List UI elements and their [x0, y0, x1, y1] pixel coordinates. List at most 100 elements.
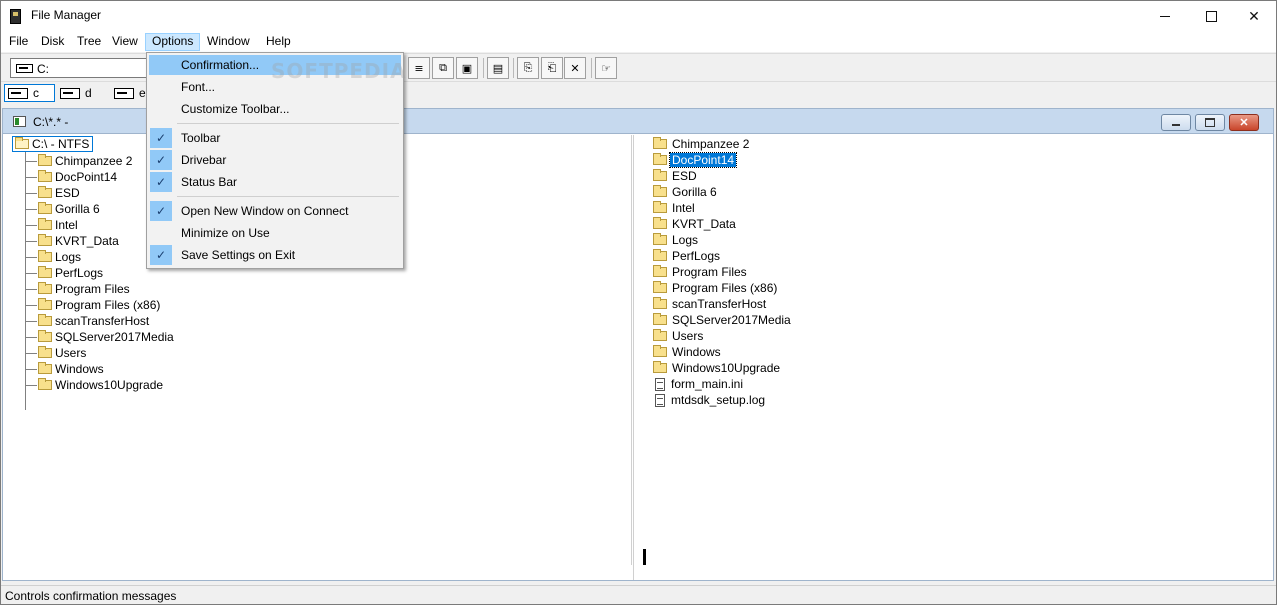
maximize-button[interactable] — [1188, 1, 1234, 31]
tree-item[interactable]: Program Files — [25, 281, 130, 297]
list-item[interactable]: form_main.ini — [653, 376, 745, 392]
list-item[interactable]: SQLServer2017Media — [653, 312, 793, 328]
pane-splitter[interactable] — [633, 135, 647, 580]
list-item[interactable]: Users — [653, 328, 705, 344]
drive-c[interactable]: c — [4, 84, 55, 102]
folder-icon — [653, 217, 667, 229]
splitter-handle[interactable] — [643, 549, 646, 565]
child-restore-button[interactable] — [1195, 114, 1225, 131]
list-item-label: DocPoint14 — [668, 152, 738, 168]
list-item[interactable]: KVRT_Data — [653, 216, 738, 232]
child-close-button[interactable]: ✕ — [1229, 114, 1259, 131]
tree-item[interactable]: Intel — [25, 217, 78, 233]
folder-icon — [653, 265, 667, 277]
menu-open-new-window[interactable]: ✓ Open New Window on Connect — [149, 201, 401, 221]
tree-connector — [25, 256, 37, 258]
tree-connector — [25, 176, 37, 178]
move-icon[interactable]: ⎗ — [541, 57, 563, 79]
tree-item[interactable]: Logs — [25, 249, 81, 265]
folder-icon — [38, 202, 52, 214]
minimize-button[interactable] — [1142, 1, 1188, 31]
list-item[interactable]: Windows10Upgrade — [653, 360, 782, 376]
tree-item[interactable]: Users — [25, 345, 86, 361]
drive-c-label: c — [33, 86, 39, 100]
list-item[interactable]: Program Files (x86) — [653, 280, 779, 296]
tree-item[interactable]: Chimpanzee 2 — [25, 153, 132, 169]
child-minimize-button[interactable] — [1161, 114, 1191, 131]
menu-status-bar[interactable]: ✓ Status Bar — [149, 172, 401, 192]
drive-icon — [16, 64, 33, 73]
tree-item[interactable]: SQLServer2017Media — [25, 329, 174, 345]
tree-connector — [25, 336, 37, 338]
tree-item-label: KVRT_Data — [55, 234, 119, 248]
list-item[interactable]: Logs — [653, 232, 700, 248]
delete-icon[interactable]: ✕ — [564, 57, 586, 79]
menu-minimize-on-use-label: Minimize on Use — [181, 226, 270, 240]
menu-view[interactable]: View — [105, 33, 145, 51]
menu-options[interactable]: Options — [145, 33, 201, 51]
menu-window[interactable]: Window — [200, 33, 257, 51]
file-list-pane[interactable]: Chimpanzee 2 DocPoint14 ESD Gorilla 6 Intel K… — [648, 135, 1273, 565]
tree-item-label: PerfLogs — [55, 266, 104, 280]
drive-selector[interactable]: C: — [10, 58, 150, 78]
status-text: Controls confirmation messages — [5, 589, 177, 603]
folder-icon — [38, 154, 52, 166]
menu-customize-toolbar[interactable]: Customize Toolbar... — [149, 99, 401, 119]
tree-item[interactable]: Program Files (x86) — [25, 297, 160, 313]
watermark: SOFTPEDIA — [271, 59, 407, 83]
tree-item[interactable]: PerfLogs — [25, 265, 103, 281]
list-item[interactable]: PerfLogs — [653, 248, 722, 264]
menu-drivebar[interactable]: ✓ Drivebar — [149, 150, 401, 170]
list-item[interactable]: ESD — [653, 168, 699, 184]
list-item[interactable]: Program Files — [653, 264, 749, 280]
tree-connector — [25, 288, 37, 290]
folder-icon — [653, 297, 667, 309]
menu-toolbar[interactable]: ✓ Toolbar — [149, 128, 401, 148]
list-item-label: Gorilla 6 — [672, 185, 717, 199]
list-item[interactable]: Windows — [653, 344, 723, 360]
directory-window-title: C:\*.* - — [33, 115, 69, 129]
menu-minimize-on-use[interactable]: Minimize on Use — [149, 223, 401, 243]
drive-e[interactable]: e — [111, 84, 151, 102]
list-item-label: Windows — [672, 345, 721, 359]
drive-d-label: d — [85, 86, 92, 100]
sort-by-date-icon[interactable]: ▣ — [456, 57, 478, 79]
menu-customize-toolbar-label: Customize Toolbar... — [181, 102, 290, 116]
tree-item[interactable]: scanTransferHost — [25, 313, 149, 329]
list-item[interactable]: mtdsdk_setup.log — [653, 392, 767, 408]
close-button[interactable]: ✕ — [1231, 1, 1277, 31]
toolbar-separator — [591, 58, 592, 78]
menu-help[interactable]: Help — [259, 33, 298, 51]
title-bar: File Manager ✕ — [1, 1, 1276, 31]
tree-item[interactable]: Windows — [25, 361, 104, 377]
menu-save-settings[interactable]: ✓ Save Settings on Exit — [149, 245, 401, 265]
tree-root[interactable]: C:\ - NTFS — [12, 136, 94, 152]
sort-by-type-icon[interactable]: ≡ — [408, 57, 430, 79]
menu-tree[interactable]: Tree — [70, 33, 108, 51]
list-item[interactable]: Intel — [653, 200, 697, 216]
tree-item[interactable]: KVRT_Data — [25, 233, 119, 249]
tree-item[interactable]: ESD — [25, 185, 80, 201]
tree-connector — [25, 208, 37, 210]
list-item[interactable]: Gorilla 6 — [653, 184, 719, 200]
tree-item-label: ESD — [55, 186, 80, 200]
list-item[interactable]: Chimpanzee 2 — [653, 136, 751, 152]
tree-connector — [25, 368, 37, 370]
tree-item[interactable]: DocPoint14 — [25, 169, 117, 185]
list-item-label: mtdsdk_setup.log — [671, 393, 766, 407]
menu-open-new-window-label: Open New Window on Connect — [181, 204, 349, 218]
sort-by-size-icon[interactable]: ⧉ — [432, 57, 454, 79]
drive-d[interactable]: d — [57, 84, 107, 102]
new-window-icon[interactable]: ▤ — [487, 57, 509, 79]
folder-icon — [38, 186, 52, 198]
share-icon[interactable]: ☞ — [595, 57, 617, 79]
menu-file[interactable]: File — [2, 33, 35, 51]
menu-disk[interactable]: Disk — [34, 33, 71, 51]
list-item-label: form_main.ini — [671, 377, 744, 391]
copy-icon[interactable]: ⎘ — [517, 57, 539, 79]
list-item[interactable]: DocPoint14 — [653, 152, 738, 168]
list-item[interactable]: scanTransferHost — [653, 296, 768, 312]
tree-item-label: Windows — [55, 362, 104, 376]
tree-item[interactable]: Windows10Upgrade — [25, 377, 163, 393]
tree-item[interactable]: Gorilla 6 — [25, 201, 100, 217]
